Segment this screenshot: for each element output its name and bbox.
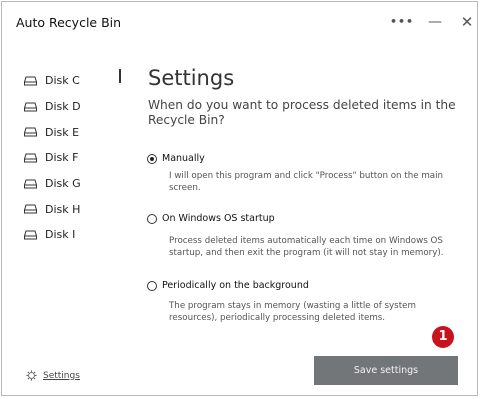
title-bar: Auto Recycle Bin ••• — ✕ xyxy=(2,2,477,42)
drive-icon xyxy=(24,230,37,240)
sidebar-item-label: Disk D xyxy=(45,100,81,114)
window-title: Auto Recycle Bin xyxy=(16,15,122,30)
settings-link[interactable]: Settings xyxy=(26,370,80,381)
option-label: On Windows OS startup xyxy=(162,213,275,224)
radio-manually[interactable] xyxy=(147,153,157,164)
radio-windows-startup[interactable] xyxy=(147,213,157,224)
radio-periodically[interactable] xyxy=(147,280,157,291)
disk-sidebar: Disk C Disk D Disk E Disk F Disk G Disk … xyxy=(24,68,114,248)
settings-question: When do you want to process deleted item… xyxy=(148,98,456,127)
sidebar-item-label: Disk I xyxy=(45,228,76,242)
sidebar-item-disk-g[interactable]: Disk G xyxy=(24,171,114,197)
option-description: The program stays in memory (wasting a l… xyxy=(169,301,416,323)
drive-icon xyxy=(24,179,37,189)
sidebar-item-label: Disk G xyxy=(45,177,81,191)
option-label: Manually xyxy=(162,153,205,164)
drive-icon xyxy=(24,76,37,86)
sidebar-item-label: Disk E xyxy=(45,125,80,139)
option-description: I will open this program and click "Proc… xyxy=(169,171,444,193)
more-options-button[interactable]: ••• xyxy=(390,13,413,31)
sidebar-item-label: Disk F xyxy=(45,151,79,165)
sidebar-item-label: Disk C xyxy=(45,74,80,88)
sidebar-item-disk-e[interactable]: Disk E xyxy=(24,119,114,145)
sidebar-item-disk-f[interactable]: Disk F xyxy=(24,145,114,171)
step-number-badge: 1 xyxy=(432,326,454,348)
option-manually[interactable]: Manually xyxy=(147,153,205,164)
option-periodically[interactable]: Periodically on the background xyxy=(147,280,309,291)
drive-icon xyxy=(24,127,37,137)
sidebar-item-disk-h[interactable]: Disk H xyxy=(24,196,114,222)
app-window: Auto Recycle Bin ••• — ✕ Disk C Disk D D… xyxy=(1,1,478,396)
sidebar-item-disk-d[interactable]: Disk D xyxy=(24,94,114,120)
option-description: Process deleted items automatically each… xyxy=(169,236,444,258)
drive-icon xyxy=(24,102,37,112)
sidebar-item-label: Disk H xyxy=(45,202,81,216)
option-windows-startup[interactable]: On Windows OS startup xyxy=(147,213,275,224)
sidebar-item-disk-i[interactable]: Disk I xyxy=(24,222,114,248)
page-title: Settings xyxy=(148,66,235,90)
save-settings-button[interactable]: Save settings xyxy=(314,356,458,385)
gear-icon xyxy=(26,370,37,381)
settings-link-label: Settings xyxy=(43,370,80,381)
active-section-indicator xyxy=(119,69,121,83)
option-label: Periodically on the background xyxy=(162,280,309,291)
drive-icon xyxy=(24,204,37,214)
drive-icon xyxy=(24,153,37,163)
close-button[interactable]: ✕ xyxy=(457,13,477,31)
minimize-button[interactable]: — xyxy=(425,13,445,31)
sidebar-item-disk-c[interactable]: Disk C xyxy=(24,68,114,94)
